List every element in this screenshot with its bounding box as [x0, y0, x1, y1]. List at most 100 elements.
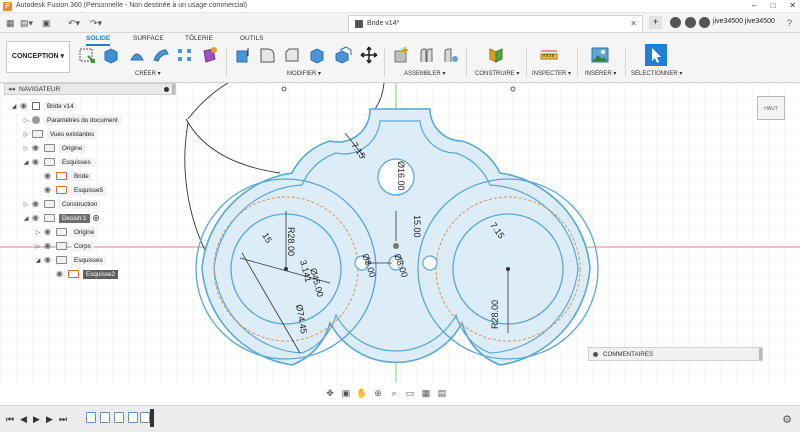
- tree-item-doc-settings[interactable]: ▷ Paramètres du document: [22, 114, 121, 126]
- sweep-icon[interactable]: [152, 46, 170, 64]
- timeline-feature-fillet[interactable]: [114, 412, 124, 423]
- tab-tools[interactable]: OUTILS: [240, 35, 263, 44]
- tree-item-component[interactable]: ◢ ◉ Dessin:1: [22, 212, 99, 224]
- display-settings-icon[interactable]: ▭: [404, 388, 416, 398]
- timeline-start-icon[interactable]: ⏮: [6, 414, 14, 425]
- visibility-eye-icon[interactable]: ◉: [32, 200, 42, 208]
- new-component-icon[interactable]: [392, 46, 410, 64]
- create-sketch-icon[interactable]: [78, 46, 96, 64]
- offset-plane-icon[interactable]: [487, 46, 505, 64]
- group-modify[interactable]: MODIFIER ▾: [287, 70, 321, 77]
- collapse-panel-icon[interactable]: ◂◂: [8, 85, 15, 93]
- visibility-eye-icon[interactable]: ◉: [56, 270, 66, 278]
- job-status-icon[interactable]: [685, 17, 696, 28]
- browser-header[interactable]: ◂◂ NAVIGATEUR: [4, 83, 176, 95]
- extrude-icon[interactable]: [102, 46, 120, 64]
- visibility-eye-icon[interactable]: ◉: [44, 172, 54, 180]
- timeline-prev-icon[interactable]: ◀: [20, 414, 27, 425]
- group-create[interactable]: CRÉER ▾: [135, 70, 161, 77]
- expand-right-icon[interactable]: ▷: [22, 145, 30, 152]
- top-hole[interactable]: [377, 158, 415, 196]
- timeline-end-icon[interactable]: ⏭: [59, 414, 67, 425]
- small-hole-right[interactable]: [422, 255, 438, 271]
- combine-icon[interactable]: [334, 46, 352, 64]
- tree-item-comp-sketches[interactable]: ◢ ◉ Esquisses: [34, 254, 106, 266]
- expand-right-icon[interactable]: ▷: [34, 243, 42, 250]
- sketch-point[interactable]: [281, 86, 287, 92]
- group-insert[interactable]: INSÉRER ▾: [585, 70, 616, 77]
- tree-item-root[interactable]: ◢ ◉ Bride v14: [10, 100, 77, 112]
- expand-down-icon[interactable]: ◢: [22, 159, 30, 166]
- user-account[interactable]: jive34500 jive34500: [713, 18, 775, 25]
- timeline-feature-extrude[interactable]: [128, 412, 138, 423]
- visibility-eye-icon[interactable]: ◉: [32, 158, 42, 166]
- minimize-icon[interactable]: –: [752, 1, 756, 10]
- chamfer-icon[interactable]: [283, 46, 301, 64]
- dim-vertical-offset[interactable]: 15.00: [412, 215, 422, 238]
- create-form-icon[interactable]: [200, 46, 218, 64]
- joint-icon[interactable]: [417, 46, 435, 64]
- dim-left-radius[interactable]: R28.00: [286, 227, 296, 256]
- tab-surface[interactable]: SURFACE: [133, 35, 164, 44]
- notifications-icon[interactable]: [699, 17, 710, 28]
- group-select[interactable]: SÉLECTIONNER ▾: [631, 70, 682, 77]
- tree-item-sketch-bride[interactable]: ◉ Bride: [42, 170, 92, 182]
- undo-icon[interactable]: ↶▾: [68, 16, 80, 30]
- visibility-eye-icon[interactable]: ◉: [32, 144, 42, 152]
- tree-item-named-views[interactable]: ▷ Vues existantes: [22, 128, 98, 140]
- tree-item-sketch5[interactable]: ◉ Esquisse5: [42, 184, 107, 196]
- group-construct[interactable]: CONSTRUIRE ▾: [475, 70, 519, 77]
- measure-icon[interactable]: [540, 46, 558, 64]
- view-cube[interactable]: HAUT: [757, 96, 785, 120]
- tab-solid[interactable]: SOLIDE: [86, 35, 111, 46]
- timeline-feature-extrude[interactable]: [100, 412, 110, 423]
- visibility-eye-icon[interactable]: ◉: [44, 228, 54, 236]
- tree-item-origin[interactable]: ▷ ◉ Origine: [22, 142, 86, 154]
- select-icon[interactable]: [645, 44, 667, 66]
- pan-hand-icon[interactable]: ✋: [356, 388, 368, 398]
- tree-item-bodies[interactable]: ▷ ◉ Corps: [34, 240, 94, 252]
- zoom-icon[interactable]: ⊕: [372, 388, 384, 398]
- dim-right-radius[interactable]: R28.00: [490, 300, 500, 329]
- comments-panel[interactable]: COMMENTAIRES: [588, 347, 763, 361]
- group-assemble[interactable]: ASSEMBLER ▾: [404, 70, 445, 77]
- redo-icon[interactable]: ↷▾: [90, 16, 102, 30]
- expand-right-icon[interactable]: ▷: [22, 117, 30, 124]
- expand-right-icon[interactable]: ▷: [22, 201, 30, 208]
- viewports-icon[interactable]: ▤: [436, 388, 448, 398]
- app-grid-icon[interactable]: ▦: [6, 16, 15, 30]
- tree-item-comp-origin[interactable]: ▷ ◉ Origine: [34, 226, 98, 238]
- pattern-icon[interactable]: [176, 46, 194, 64]
- fit-icon[interactable]: ⌕: [388, 388, 400, 398]
- shell-icon[interactable]: [308, 46, 326, 64]
- dim-top-hole-dia[interactable]: Ø16.00: [396, 161, 406, 191]
- close-tab-icon[interactable]: ✕: [630, 19, 637, 28]
- visibility-eye-icon[interactable]: ◉: [20, 102, 30, 110]
- expand-right-icon[interactable]: ▷: [22, 131, 30, 138]
- extensions-icon[interactable]: [670, 17, 681, 28]
- press-pull-icon[interactable]: [234, 46, 252, 64]
- document-tab[interactable]: Bride v14* ✕: [348, 15, 643, 32]
- timeline-feature-sketch[interactable]: [140, 412, 150, 423]
- as-built-joint-icon[interactable]: [441, 46, 459, 64]
- expand-down-icon[interactable]: ◢: [34, 257, 42, 264]
- new-tab-button[interactable]: +: [649, 16, 662, 29]
- grid-settings-icon[interactable]: ▦: [420, 388, 432, 398]
- panel-pin-icon[interactable]: [164, 87, 169, 92]
- expand-right-icon[interactable]: ▷: [34, 229, 42, 236]
- comments-pin-icon[interactable]: [593, 352, 598, 357]
- expand-down-icon[interactable]: ◢: [10, 103, 18, 110]
- tree-item-construction[interactable]: ▷ ◉ Construction: [22, 198, 101, 210]
- fillet-icon[interactable]: [258, 46, 276, 64]
- visibility-eye-icon[interactable]: ◉: [44, 242, 54, 250]
- sketch-point[interactable]: [510, 86, 516, 92]
- expand-down-icon[interactable]: ◢: [22, 215, 30, 222]
- visibility-eye-icon[interactable]: ◉: [44, 256, 54, 264]
- insert-image-icon[interactable]: [591, 46, 609, 64]
- origin-point[interactable]: [393, 243, 399, 249]
- visibility-eye-icon[interactable]: ◉: [44, 186, 54, 194]
- timeline-feature-sketch[interactable]: [86, 412, 96, 423]
- workspace-switcher[interactable]: CONCEPTION ▾: [6, 41, 70, 73]
- tree-item-sketches[interactable]: ◢ ◉ Esquisses: [22, 156, 94, 168]
- move-copy-icon[interactable]: [360, 46, 378, 64]
